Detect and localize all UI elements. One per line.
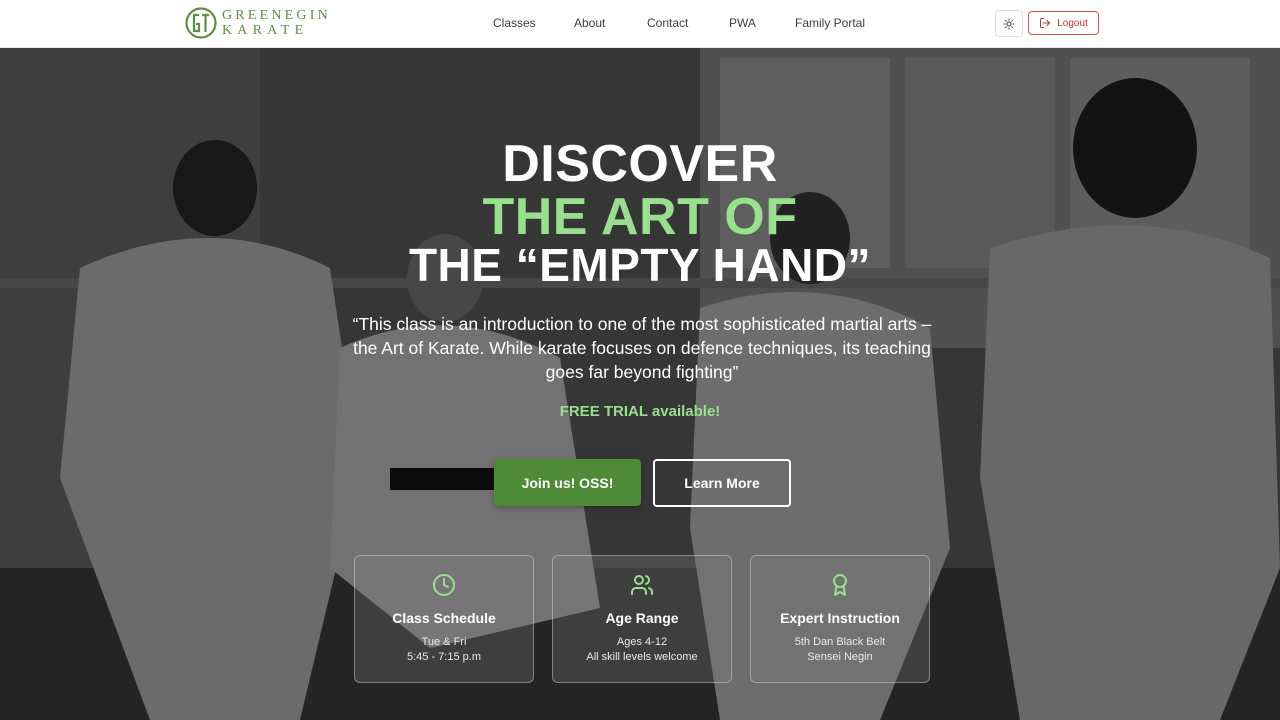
award-icon bbox=[833, 574, 847, 596]
card-expert-instruction: Expert Instruction 5th Dan Black Belt Se… bbox=[750, 555, 930, 683]
hero-headline-line1: DISCOVER bbox=[502, 135, 778, 193]
nav-family-portal[interactable]: Family Portal bbox=[795, 16, 865, 30]
site-header: GREENEGIN KARATE Classes About Contact P… bbox=[0, 0, 1280, 48]
brand-mark-icon bbox=[185, 7, 217, 39]
hero-headline-line3: THE “EMPTY HAND” bbox=[408, 239, 872, 291]
brand-line2: KARATE bbox=[222, 23, 309, 38]
card-line1: Tue & Fri bbox=[421, 636, 467, 648]
hero-section: DISCOVER THE ART OF THE “EMPTY HAND” “Th… bbox=[0, 48, 1280, 720]
card-line2: 5:45 - 7:15 p.m bbox=[407, 651, 481, 663]
nav-pwa[interactable]: PWA bbox=[729, 16, 756, 30]
logout-label: Logout bbox=[1057, 17, 1088, 29]
sun-icon bbox=[1003, 18, 1015, 29]
clock-icon bbox=[433, 574, 455, 596]
logout-button[interactable]: Logout bbox=[1028, 11, 1099, 35]
card-title: Expert Instruction bbox=[780, 610, 900, 626]
nav-contact[interactable]: Contact bbox=[647, 16, 688, 30]
card-age-range: Age Range Ages 4-12 All skill levels wel… bbox=[552, 555, 732, 683]
hero-quote: “This class is an introduction to one of… bbox=[352, 314, 932, 382]
theme-toggle-button[interactable] bbox=[995, 10, 1023, 37]
card-line1: Ages 4-12 bbox=[616, 636, 668, 648]
learn-more-button[interactable]: Learn More bbox=[653, 459, 791, 507]
nav-about[interactable]: About bbox=[574, 16, 605, 30]
card-line2: Sensei Negin bbox=[807, 651, 873, 663]
card-title: Class Schedule bbox=[392, 610, 496, 626]
card-class-schedule: Class Schedule Tue & Fri 5:45 - 7:15 p.m bbox=[354, 555, 534, 683]
nav-classes[interactable]: Classes bbox=[493, 16, 536, 30]
brand-logo[interactable]: GREENEGIN KARATE bbox=[184, 6, 331, 40]
free-trial-note: FREE TRIAL available! bbox=[559, 403, 721, 420]
card-line1: 5th Dan Black Belt bbox=[794, 636, 886, 648]
brand-line1: GREENEGIN bbox=[222, 8, 331, 23]
logout-icon bbox=[1040, 18, 1051, 28]
join-us-button[interactable]: Join us! OSS! bbox=[494, 459, 641, 506]
card-line2: All skill levels welcome bbox=[586, 651, 698, 663]
brand-wordmark: GREENEGIN KARATE bbox=[222, 8, 331, 38]
card-title: Age Range bbox=[605, 610, 679, 626]
users-icon bbox=[631, 575, 653, 595]
